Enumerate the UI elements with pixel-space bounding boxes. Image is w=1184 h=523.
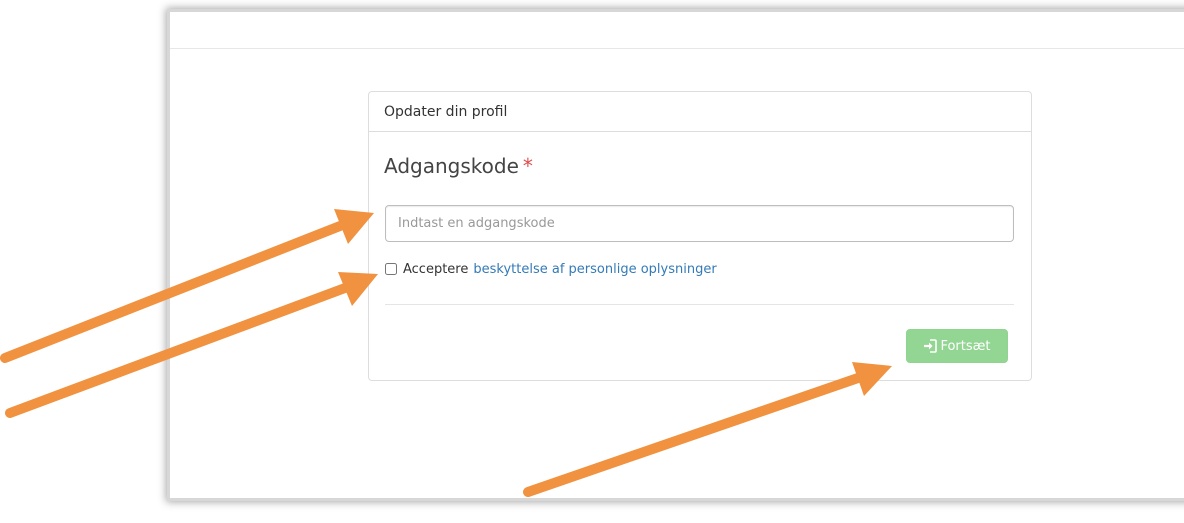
top-bar	[170, 12, 1184, 49]
password-label: Adgangskode *	[384, 154, 533, 178]
required-marker: *	[522, 154, 533, 178]
password-label-text: Adgangskode	[384, 154, 519, 178]
profile-update-panel: Opdater din profil Adgangskode * Accepter…	[368, 91, 1032, 381]
divider	[385, 304, 1014, 305]
privacy-policy-link[interactable]: beskyttelse af personlige oplysninger	[473, 262, 716, 277]
panel-heading: Opdater din profil	[369, 92, 1031, 132]
password-input[interactable]	[385, 205, 1014, 242]
continue-button[interactable]: Fortsæt	[906, 329, 1008, 363]
continue-label: Fortsæt	[940, 338, 991, 354]
browser-window: Opdater din profil Adgangskode * Accepter…	[170, 12, 1184, 498]
consent-row: Acceptere beskyttelse af personlige oply…	[385, 260, 717, 278]
consent-prefix: Acceptere	[403, 261, 469, 277]
consent-checkbox[interactable]	[385, 263, 397, 275]
screenshot-stage: Opdater din profil Adgangskode * Accepter…	[0, 0, 1184, 523]
sign-in-icon	[923, 339, 938, 353]
